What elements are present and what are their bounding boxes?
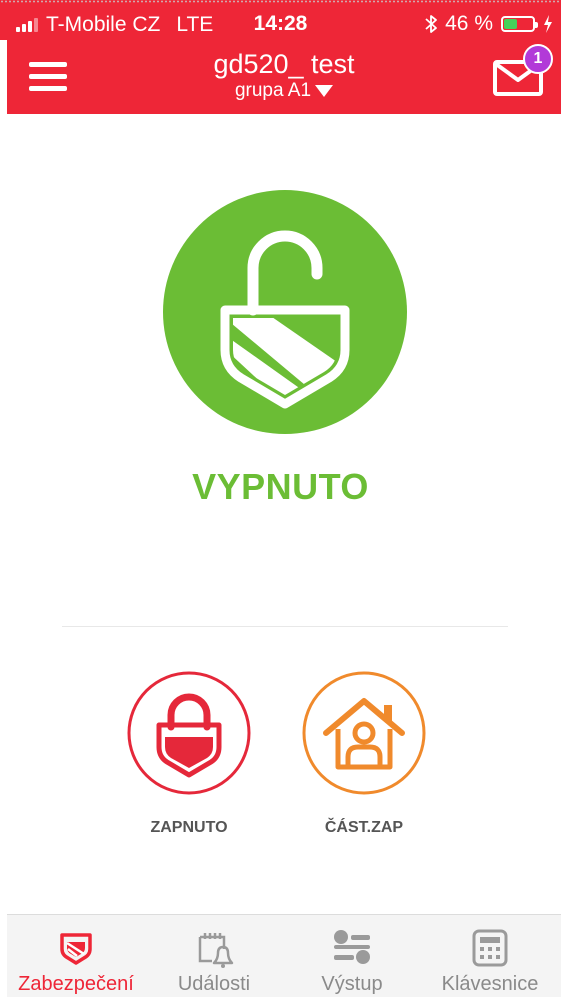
section-divider <box>62 626 508 627</box>
calendar-bell-icon <box>198 933 234 968</box>
battery-icon <box>501 16 538 32</box>
tab-keypad[interactable]: Klávesnice <box>421 915 559 997</box>
tab-security[interactable]: Zabezpečení <box>7 915 145 997</box>
partial-arm-label: ČÁST.ZAP <box>324 819 404 836</box>
header-title-block: gd520_ test grupa A1 <box>7 49 561 103</box>
bluetooth-icon <box>425 15 438 33</box>
tab-events-label: Události <box>177 973 251 995</box>
tab-events[interactable]: Události <box>145 915 283 997</box>
security-state-button[interactable] <box>163 190 407 434</box>
group-selector[interactable]: grupa A1 <box>234 79 334 103</box>
locked-shield-icon <box>127 671 251 795</box>
output-toggles-icon <box>334 930 370 964</box>
bottom-tab-bar: Zabezpečení Události Výstup Klávesnice <box>7 914 561 997</box>
tab-output-label: Výstup <box>321 973 383 995</box>
unread-badge: 1 <box>523 44 553 74</box>
messages-button[interactable]: 1 <box>493 44 553 96</box>
shield-icon <box>60 933 92 965</box>
arm-button[interactable]: ZAPNUTO <box>127 671 251 837</box>
status-bar-edge <box>0 0 561 3</box>
charging-bolt-icon <box>544 15 552 33</box>
group-name: grupa A1 <box>234 80 312 101</box>
status-bar: T-Mobile CZ LTE 14:28 46 % <box>0 0 561 40</box>
status-bar-right: 46 % <box>425 12 553 36</box>
battery-percent: 46 % <box>445 12 493 35</box>
battery-fill <box>504 19 517 29</box>
tab-output[interactable]: Výstup <box>283 915 421 997</box>
page-title: gd520_ test <box>213 49 355 79</box>
security-state-label: VYPNUTO <box>192 466 369 507</box>
partial-arm-button[interactable]: ČÁST.ZAP <box>302 671 426 837</box>
app-header: gd520_ test grupa A1 1 <box>7 40 561 114</box>
triangle-down-icon <box>315 85 334 97</box>
tab-keypad-label: Klávesnice <box>441 973 539 995</box>
keypad-icon <box>472 929 508 967</box>
tab-security-label: Zabezpečení <box>18 973 134 995</box>
unlocked-shield-icon <box>163 190 407 434</box>
home-person-icon <box>302 671 426 795</box>
arm-label: ZAPNUTO <box>150 819 228 836</box>
